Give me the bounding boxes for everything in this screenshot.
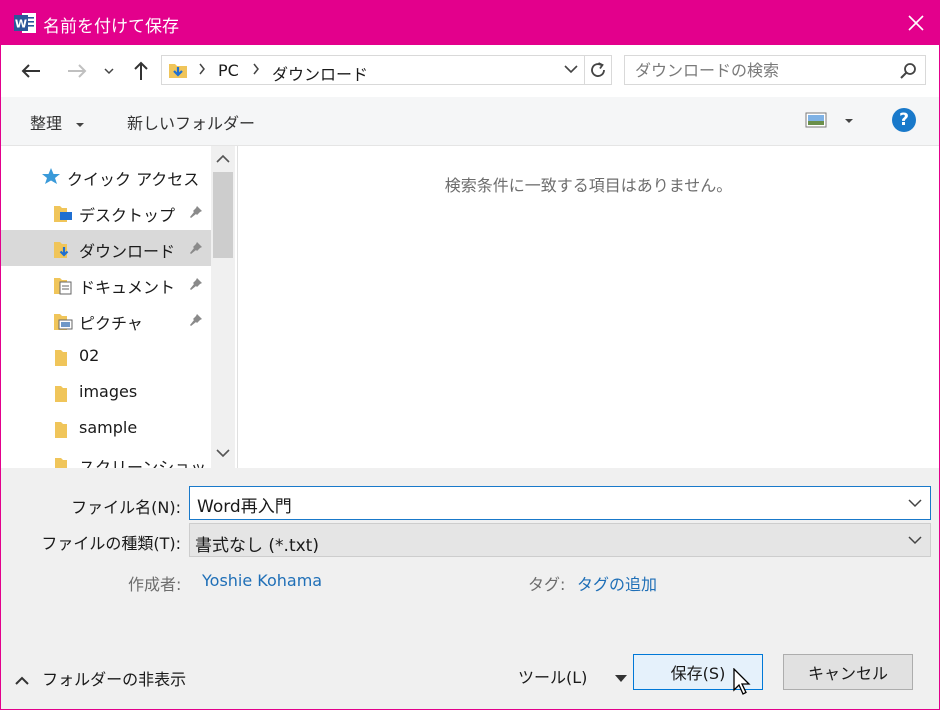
recent-locations-button[interactable] (97, 57, 121, 85)
address-bar[interactable]: PC ダウンロード (161, 55, 585, 85)
tools-menu[interactable]: ツール(L) (518, 664, 627, 688)
filename-label: ファイル名(N): (71, 498, 181, 517)
folder-icon (55, 386, 67, 402)
hide-folders-button[interactable]: フォルダーの非表示 (15, 666, 186, 690)
author-value[interactable]: Yoshie Kohama (202, 571, 322, 590)
refresh-button[interactable] (584, 55, 612, 85)
command-bar: 整理 新しいフォルダー (1, 97, 939, 146)
navigation-pane: クイック アクセス デスクトップ ダウンロード ドキュメント ピクチャ 02 i… (1, 146, 211, 468)
chevron-down-icon (104, 68, 114, 75)
quick-access-label: クイック アクセス (67, 170, 200, 189)
word-icon: W (14, 13, 36, 33)
chevron-right-icon (199, 63, 205, 75)
tags-label: タグ: (528, 575, 566, 594)
file-list[interactable]: 検索条件に一致する項目はありません。 (238, 146, 939, 468)
sidebar-item-downloads[interactable]: ダウンロード (1, 230, 211, 266)
sidebar-item-screenshots[interactable]: スクリーンショット (1, 446, 211, 468)
forward-arrow-icon (68, 64, 87, 78)
search-box (624, 55, 926, 85)
sidebar-scrollbar[interactable] (211, 146, 235, 468)
view-icon (805, 112, 827, 128)
sidebar-item-label: images (79, 382, 138, 401)
chevron-down-icon[interactable] (908, 498, 922, 508)
filetype-value: 書式なし (*.txt) (195, 536, 319, 556)
sidebar-item-documents[interactable]: ドキュメント (1, 266, 211, 302)
filetype-select[interactable]: 書式なし (*.txt) (189, 523, 931, 557)
sidebar-item-label: スクリーンショット (79, 458, 207, 468)
breadcrumb-downloads[interactable]: ダウンロード (272, 61, 368, 85)
svg-text:W: W (15, 18, 27, 31)
star-icon (42, 168, 60, 184)
desktop-folder-icon (54, 206, 72, 222)
documents-folder-icon (54, 278, 72, 295)
close-icon (908, 15, 924, 31)
scroll-up-icon[interactable] (216, 154, 230, 164)
sidebar-item-label: ピクチャ (79, 314, 143, 333)
tags-value[interactable]: タグの追加 (577, 571, 657, 595)
search-input[interactable] (633, 60, 897, 81)
download-folder-icon (169, 64, 187, 78)
chevron-right-icon (253, 63, 259, 75)
empty-message: 検索条件に一致する項目はありません。 (444, 176, 733, 195)
help-button[interactable]: ? (892, 108, 916, 132)
filename-input[interactable] (195, 493, 899, 515)
organize-label: 整理 (30, 114, 63, 133)
sidebar-item-label: デスクトップ (79, 206, 176, 225)
back-arrow-icon (21, 64, 40, 78)
organize-menu[interactable]: 整理 (30, 110, 85, 134)
sidebar-item-label: ダウンロード (79, 242, 176, 261)
forward-button[interactable] (63, 57, 91, 85)
navigation-bar: PC ダウンロード (1, 45, 939, 97)
tools-label: ツール(L) (518, 668, 588, 687)
up-arrow-icon (134, 61, 148, 80)
author-label: 作成者: (128, 575, 182, 594)
pin-icon[interactable] (189, 313, 203, 327)
mouse-cursor-icon (733, 668, 751, 695)
view-options-button[interactable] (805, 112, 854, 132)
search-icon[interactable] (899, 62, 917, 80)
dropdown-triangle-icon (614, 675, 627, 682)
quick-access[interactable]: クイック アクセス (1, 158, 211, 194)
sidebar-item-label: sample (79, 418, 138, 437)
sidebar-item-images[interactable]: images (1, 374, 211, 410)
breadcrumb-pc[interactable]: PC (218, 61, 239, 80)
pin-icon[interactable] (189, 205, 203, 219)
cancel-button[interactable]: キャンセル (783, 654, 913, 690)
sidebar-item-label: ドキュメント (79, 278, 176, 297)
pictures-folder-icon (54, 314, 73, 330)
new-folder-button[interactable]: 新しいフォルダー (127, 110, 255, 134)
folder-icon (55, 350, 67, 366)
chevron-down-icon[interactable] (564, 64, 578, 74)
sidebar-item-desktop[interactable]: デスクトップ (1, 194, 211, 230)
close-button[interactable] (893, 1, 939, 45)
pin-icon[interactable] (189, 241, 203, 255)
hide-folders-label: フォルダーの非表示 (42, 670, 187, 689)
filetype-label: ファイルの種類(T): (41, 534, 181, 553)
filename-field (189, 486, 931, 520)
title-bar: W 名前を付けて保存 (1, 1, 939, 45)
save-options-panel: ファイル名(N): ファイルの種類(T): 書式なし (*.txt) 作成者: … (1, 468, 939, 709)
window-title: 名前を付けて保存 (43, 17, 179, 37)
dropdown-triangle-icon (845, 119, 854, 123)
dropdown-triangle-icon (76, 122, 85, 127)
scrollbar-thumb[interactable] (213, 172, 233, 258)
chevron-down-icon (908, 536, 922, 545)
back-button[interactable] (17, 57, 45, 85)
folder-icon (55, 422, 67, 438)
refresh-icon (591, 62, 605, 77)
folder-icon (55, 458, 67, 468)
sidebar-item-pictures[interactable]: ピクチャ (1, 302, 211, 338)
chevron-up-icon (15, 676, 29, 685)
sidebar-item-sample[interactable]: sample (1, 410, 211, 446)
sidebar-item-label: 02 (79, 346, 100, 365)
sidebar-item-02[interactable]: 02 (1, 338, 211, 374)
save-as-dialog: W 名前を付けて保存 PC ダウンロード ダウンロードの検索 整理 新しいフォル… (0, 0, 940, 710)
up-button[interactable] (127, 57, 155, 85)
pin-icon[interactable] (189, 277, 203, 291)
download-folder-icon (54, 242, 69, 258)
scroll-down-icon[interactable] (216, 448, 230, 458)
